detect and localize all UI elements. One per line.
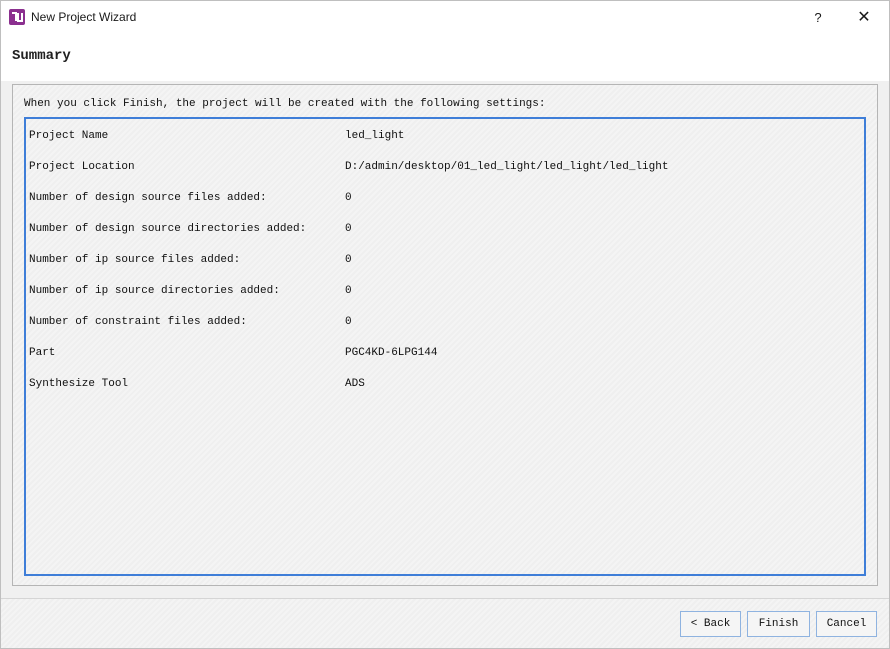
setting-value: 0 [345, 192, 352, 204]
cancel-button[interactable]: Cancel [816, 611, 877, 637]
settings-list[interactable]: Project Name led_light Project Location … [24, 117, 866, 576]
setting-key: Number of ip source files added: [29, 254, 241, 266]
setting-key: Number of constraint files added: [29, 316, 247, 328]
help-button[interactable]: ? [795, 1, 841, 33]
setting-value: 0 [345, 316, 352, 328]
setting-value: 0 [345, 285, 352, 297]
finish-button[interactable]: Finish [747, 611, 810, 637]
setting-value: D:/admin/desktop/01_led_light/led_light/… [345, 161, 669, 173]
setting-value: 0 [345, 223, 352, 235]
setting-key: Part [29, 347, 56, 359]
setting-key: Project Name [29, 130, 109, 142]
page-title: Summary [12, 48, 71, 64]
setting-value: PGC4KD-6LPG144 [345, 347, 438, 359]
summary-panel: When you click Finish, the project will … [12, 84, 878, 586]
back-button[interactable]: < Back [680, 611, 741, 637]
wizard-window: New Project Wizard ? ✕ Summary When you … [0, 0, 890, 649]
button-bar: < Back Finish Cancel [1, 599, 889, 648]
setting-key: Number of design source directories adde… [29, 223, 307, 235]
setting-key: Number of ip source directories added: [29, 285, 280, 297]
setting-value: ADS [345, 378, 365, 390]
app-logo-icon [9, 9, 25, 25]
setting-key: Project Location [29, 161, 135, 173]
intro-text: When you click Finish, the project will … [24, 98, 546, 110]
setting-value: led_light [345, 130, 405, 142]
setting-key: Synthesize Tool [29, 378, 129, 390]
close-button[interactable]: ✕ [841, 1, 887, 33]
setting-key: Number of design source files added: [29, 192, 267, 204]
window-title: New Project Wizard [31, 10, 137, 24]
title-bar: New Project Wizard ? ✕ [1, 1, 889, 33]
setting-value: 0 [345, 254, 352, 266]
page-header: Summary [1, 33, 889, 81]
